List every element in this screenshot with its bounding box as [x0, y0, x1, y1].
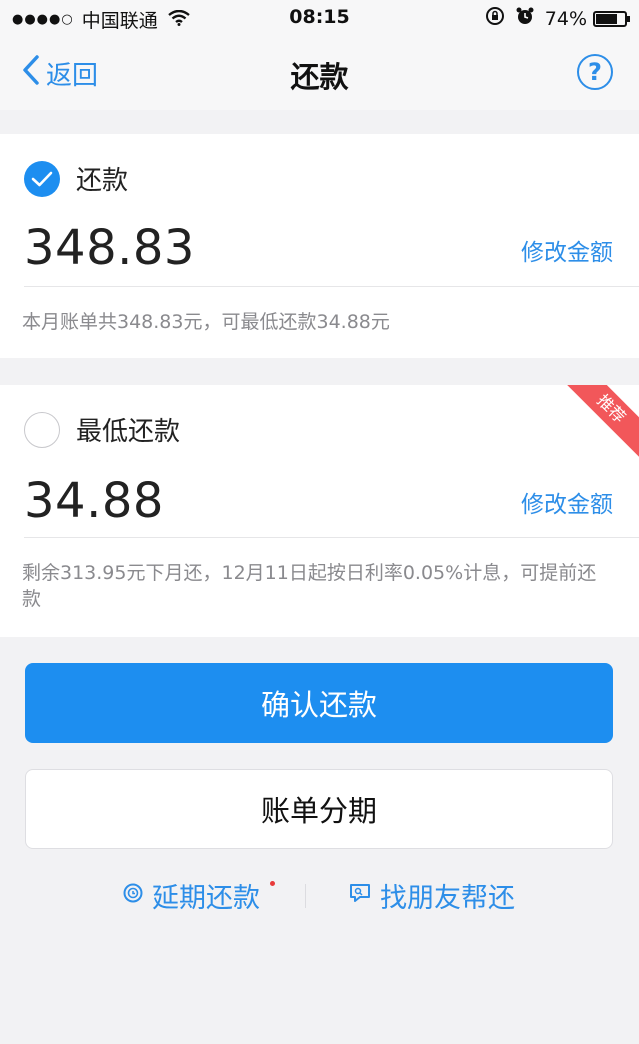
bill-note: 本月账单共348.83元，可最低还款34.88元: [22, 311, 390, 333]
friend-label: 找朋友帮还: [380, 883, 515, 914]
option-label: 还款: [76, 166, 129, 196]
rotation-lock-icon: [485, 6, 505, 31]
edit-amount-link[interactable]: 修改金额: [521, 485, 613, 519]
minimum-repayment-card[interactable]: 推荐 最低还款 34.88 修改金额 剩余313.95元下月还，12月11日起按…: [0, 385, 639, 637]
back-button[interactable]: 返回: [22, 55, 98, 92]
battery-icon: [593, 10, 630, 27]
notification-dot: [270, 881, 275, 886]
alarm-icon: [515, 6, 535, 31]
ask-friend-link[interactable]: 找朋友帮还: [348, 876, 515, 915]
minimum-repayment-option[interactable]: 最低还款: [24, 411, 180, 448]
edit-amount-link[interactable]: 修改金额: [521, 233, 613, 267]
delay-clock-icon: [122, 880, 152, 911]
chat-bubble-icon: [348, 880, 380, 911]
status-right: 74%: [485, 6, 630, 31]
repayment-amount: 348.83: [24, 220, 195, 276]
recommend-ribbon: 推荐: [558, 385, 639, 462]
bill-installment-button[interactable]: 账单分期: [25, 769, 613, 849]
battery-percent: 74%: [544, 7, 587, 30]
full-repayment-option[interactable]: 还款: [24, 160, 128, 197]
navigation-bar: 返回 还款 ?: [0, 36, 639, 110]
option-label: 最低还款: [76, 417, 181, 447]
divider: [24, 286, 639, 287]
help-icon[interactable]: ?: [577, 54, 613, 90]
minimum-amount: 34.88: [24, 473, 164, 529]
checked-radio-icon[interactable]: [24, 160, 60, 197]
divider: [24, 537, 639, 538]
back-label: 返回: [46, 61, 99, 91]
delay-label: 延期还款: [152, 883, 260, 914]
link-separator: [305, 884, 306, 908]
status-bar: ●●●●○ 中国联通 08:15 74%: [0, 0, 639, 36]
confirm-repayment-button[interactable]: 确认还款: [25, 663, 613, 743]
chevron-left-icon: [22, 55, 46, 92]
delay-repayment-link[interactable]: 延期还款: [122, 876, 260, 915]
unchecked-radio-icon[interactable]: [24, 411, 60, 448]
interest-note: 剩余313.95元下月还，12月11日起按日利率0.05%计息，可提前还款: [22, 562, 597, 610]
full-repayment-card[interactable]: 还款 348.83 修改金额 本月账单共348.83元，可最低还款34.88元: [0, 134, 639, 358]
bottom-links: 延期还款 找朋友帮还: [0, 872, 639, 916]
